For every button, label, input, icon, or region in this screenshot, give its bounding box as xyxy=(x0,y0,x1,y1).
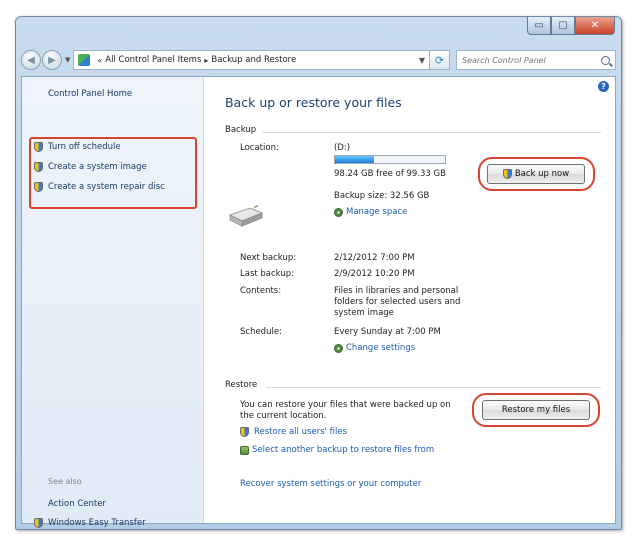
restore-text-line-1: You can restore your files that were bac… xyxy=(240,400,451,410)
shield-icon xyxy=(240,427,249,437)
windows-easy-transfer-label: Windows Easy Transfer xyxy=(48,518,146,528)
windows-easy-transfer-link[interactable]: Windows Easy Transfer xyxy=(34,518,146,528)
forward-button[interactable]: ▶ xyxy=(42,50,62,70)
free-space-text: 98.24 GB free of 99.33 GB xyxy=(334,169,446,179)
tasks-highlight-annotation xyxy=(29,137,197,209)
restore-all-users-files-label: Restore all users' files xyxy=(254,427,347,437)
maximize-button[interactable]: ▢ xyxy=(551,17,575,35)
schedule-value: Every Sunday at 7:00 PM xyxy=(334,327,441,337)
help-icon[interactable]: ? xyxy=(598,81,609,92)
manage-space-label: Manage space xyxy=(346,207,408,217)
restore-icon xyxy=(240,445,249,455)
change-settings-label: Change settings xyxy=(346,343,416,353)
contents-line-3: system image xyxy=(334,308,394,318)
recent-pages-dropdown[interactable]: ▼ xyxy=(65,56,70,64)
recover-system-settings-label: Recover system settings or your computer xyxy=(240,479,422,489)
minimize-button[interactable]: ▭ xyxy=(527,17,551,35)
contents-line-2: folders for selected users and xyxy=(334,297,461,307)
breadcrumb-all-control-panel-items[interactable]: All Control Panel Items xyxy=(105,55,201,65)
refresh-button[interactable]: ⟳ xyxy=(430,50,450,70)
restore-my-files-highlight-annotation xyxy=(472,393,600,427)
search-box[interactable] xyxy=(456,50,616,70)
drive-letter: (D:) xyxy=(334,143,351,153)
action-center-link[interactable]: Action Center xyxy=(48,499,106,509)
backup-restore-window: ▭ ▢ ✕ ◀ ▶ ▼ « All Control Panel Items ▸ … xyxy=(15,16,622,530)
contents-label: Contents: xyxy=(240,286,282,296)
drive-usage-bar xyxy=(334,155,446,164)
gear-icon xyxy=(334,207,343,217)
restore-all-users-files-link[interactable]: Restore all users' files xyxy=(240,427,347,437)
last-backup-value: 2/9/2012 10:20 PM xyxy=(334,269,415,279)
back-button[interactable]: ◀ xyxy=(21,50,41,70)
manage-space-link[interactable]: Manage space xyxy=(334,207,407,217)
select-another-backup-label: Select another backup to restore files f… xyxy=(252,445,435,455)
restore-heading: Restore xyxy=(225,380,258,390)
next-backup-value: 2/12/2012 7:00 PM xyxy=(334,253,415,263)
control-panel-home-link[interactable]: Control Panel Home xyxy=(48,89,132,99)
drive-usage-fill xyxy=(335,156,374,163)
back-up-now-highlight-annotation xyxy=(478,157,595,191)
shield-icon xyxy=(34,518,43,528)
backup-size-text: Backup size: 32.56 GB xyxy=(334,191,430,201)
schedule-label: Schedule: xyxy=(240,327,282,337)
navigation-bar: ◀ ▶ ▼ « All Control Panel Items ▸ Backup… xyxy=(21,46,616,74)
restore-divider xyxy=(266,387,601,388)
breadcrumb-backup-and-restore[interactable]: Backup and Restore xyxy=(211,55,296,65)
search-icon[interactable] xyxy=(601,55,610,65)
address-bar[interactable]: « All Control Panel Items ▸ Backup and R… xyxy=(73,50,430,70)
select-another-backup-link[interactable]: Select another backup to restore files f… xyxy=(240,445,434,455)
see-also-heading: See also xyxy=(48,477,82,486)
breadcrumb-overflow-icon[interactable]: « xyxy=(97,56,102,65)
breadcrumb-arrow-icon[interactable]: ▸ xyxy=(204,56,208,65)
location-label: Location: xyxy=(240,143,279,153)
control-panel-icon xyxy=(78,54,91,66)
page-title: Back up or restore your files xyxy=(225,95,402,110)
main-pane: ? Back up or restore your files Backup L… xyxy=(204,77,615,523)
search-input[interactable] xyxy=(462,55,601,65)
backup-divider xyxy=(262,132,601,133)
change-settings-link[interactable]: Change settings xyxy=(334,343,415,353)
last-backup-label: Last backup: xyxy=(240,269,294,279)
gear-icon xyxy=(334,343,343,353)
task-pane: Control Panel Home Turn off schedule Cre… xyxy=(22,77,204,528)
recover-system-settings-link[interactable]: Recover system settings or your computer xyxy=(240,479,421,489)
next-backup-label: Next backup: xyxy=(240,253,297,263)
address-dropdown-icon[interactable]: ▼ xyxy=(419,56,425,65)
hard-drive-icon xyxy=(228,205,264,227)
caption-buttons: ▭ ▢ ✕ xyxy=(527,17,615,35)
backup-heading: Backup xyxy=(225,125,257,135)
close-button[interactable]: ✕ xyxy=(575,17,615,35)
content-area: Control Panel Home Turn off schedule Cre… xyxy=(21,76,616,528)
contents-line-1: Files in libraries and personal xyxy=(334,286,459,296)
restore-text-line-2: the current location. xyxy=(240,411,327,421)
